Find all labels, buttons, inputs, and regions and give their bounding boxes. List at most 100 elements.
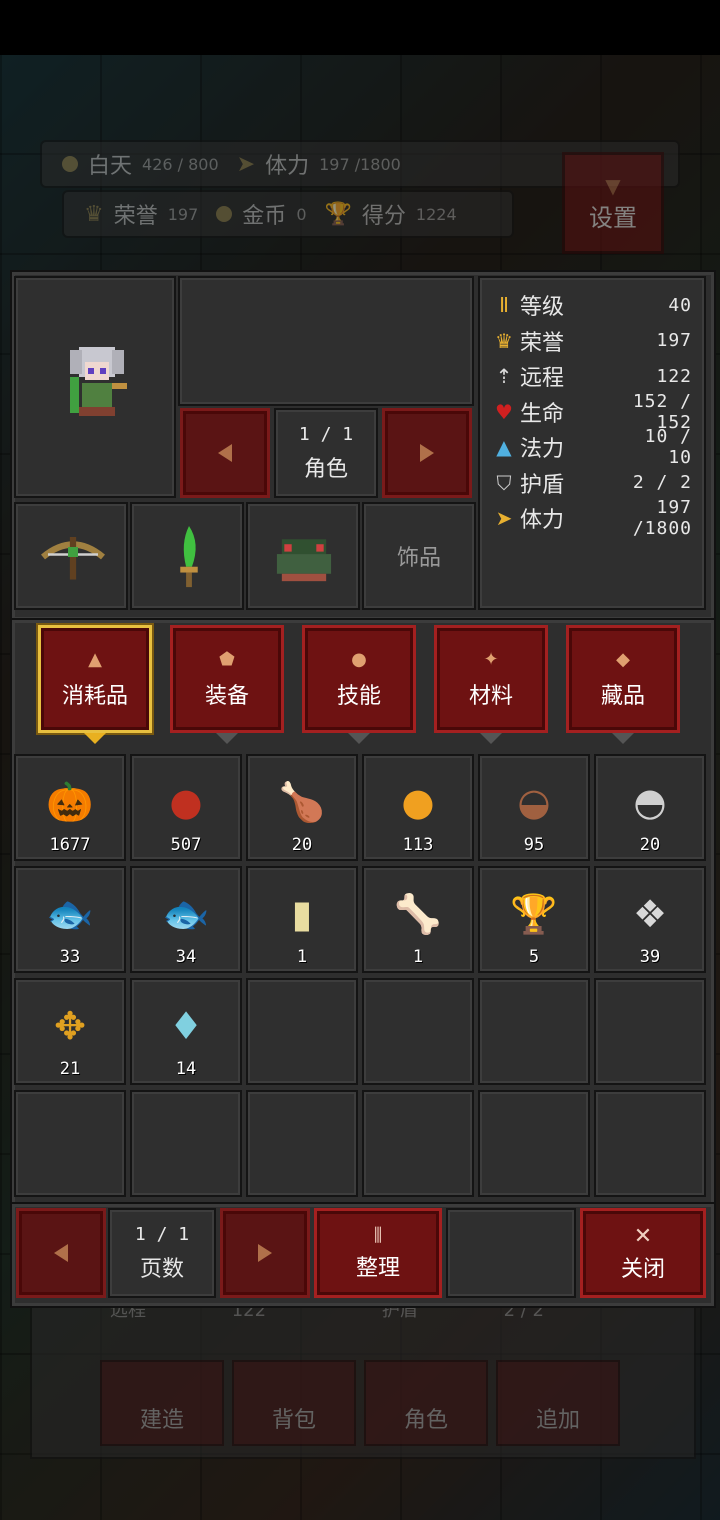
- status-bar: [0, 0, 720, 55]
- goblet-icon: 🏆: [510, 891, 558, 936]
- arrow-right-icon: [420, 444, 434, 462]
- character-portrait-slot[interactable]: [14, 276, 176, 498]
- stamina-icon: ➤: [236, 151, 256, 177]
- stat-label: 护盾: [520, 472, 565, 498]
- inventory-slot[interactable]: ♦ 14: [130, 978, 242, 1085]
- equip-slot-weapon[interactable]: [14, 502, 128, 610]
- inventory-slot[interactable]: 🐟 33: [14, 866, 126, 973]
- character-prev-button[interactable]: [180, 408, 270, 498]
- green-dagger-icon: [180, 526, 198, 588]
- item-count: 33: [59, 947, 81, 967]
- equip-slot-accessory[interactable]: 饰品: [362, 502, 476, 610]
- hud-honor-gold-score: ♛ 荣誉 197 金币 0 🏆 得分 1224: [62, 190, 514, 238]
- score-value: 1224: [415, 204, 457, 224]
- ranged-icon: ⇡: [495, 364, 513, 388]
- fried-egg-icon: ●: [401, 780, 435, 824]
- sort-label: 整理: [355, 1255, 400, 1281]
- inventory-slot[interactable]: ◒ 95: [478, 754, 590, 861]
- tab-label: 技能: [336, 683, 381, 709]
- build-button: 建造: [100, 1360, 224, 1446]
- equip-slot-armor[interactable]: [246, 502, 360, 610]
- inventory-slot[interactable]: 🎃 1677: [14, 754, 126, 861]
- inventory-slot[interactable]: 🐟 34: [130, 866, 242, 973]
- crystal-icon: ♦: [168, 1004, 204, 1048]
- stat-value: 2 / 2: [632, 472, 692, 493]
- crown-icon: ♛: [84, 201, 104, 227]
- character-next-button[interactable]: [382, 408, 472, 498]
- heart-icon: ♥: [495, 399, 513, 424]
- inventory-slot[interactable]: 🦴 1: [362, 866, 474, 973]
- stat-value: 40: [668, 294, 692, 316]
- close-label: 关闭: [620, 1256, 665, 1282]
- tab-2[interactable]: ● 技能: [302, 625, 416, 733]
- item-count: 34: [175, 947, 197, 967]
- character-button: 角色: [364, 1360, 488, 1446]
- gold-value: 0: [296, 204, 307, 224]
- inventory-slot[interactable]: [594, 978, 706, 1085]
- score-label: 得分: [361, 204, 406, 229]
- inventory-slot[interactable]: [14, 1090, 126, 1197]
- tab-label: 消耗品: [61, 683, 128, 709]
- page-prev-button[interactable]: [16, 1208, 106, 1298]
- inventory-slot[interactable]: [362, 978, 474, 1085]
- jar-icon: ▮: [291, 892, 313, 936]
- stat-row: ▲ 法力 10 / 10: [492, 426, 702, 468]
- tab-pointer-icon: [216, 733, 238, 744]
- mana-icon: ▲: [496, 435, 512, 459]
- tab-3[interactable]: ✦ 材料: [434, 625, 548, 733]
- tab-4[interactable]: ◆ 藏品: [566, 625, 680, 733]
- inventory-slot[interactable]: [362, 1090, 474, 1197]
- inventory-slot[interactable]: 🏆 5: [478, 866, 590, 973]
- inventory-slot[interactable]: [594, 1090, 706, 1197]
- stat-label: 体力: [520, 508, 565, 533]
- stat-row: ➤ 体力 197 /1800: [492, 497, 702, 539]
- stat-row: Ⅱ 等级 40: [492, 288, 702, 322]
- crossbow-icon: [41, 537, 105, 580]
- stamina-label: 体力: [265, 154, 310, 179]
- page-next-button[interactable]: [220, 1208, 310, 1298]
- tab-pointer-icon: [612, 733, 634, 744]
- inventory-slot[interactable]: [246, 1090, 358, 1197]
- item-count: 507: [170, 835, 202, 855]
- tab-0[interactable]: ▲ 消耗品: [38, 625, 152, 733]
- inventory-slot[interactable]: ● 507: [130, 754, 242, 861]
- accessory-label: 饰品: [396, 546, 441, 571]
- inventory-slot[interactable]: ● 113: [362, 754, 474, 861]
- fish-icon: 🐟: [46, 891, 94, 936]
- inventory-slot[interactable]: [478, 978, 590, 1085]
- stat-value: 197: [656, 330, 692, 351]
- inventory-slot[interactable]: ✥ 21: [14, 978, 126, 1085]
- inventory-slot[interactable]: ◓ 20: [594, 754, 706, 861]
- item-count: 39: [639, 947, 661, 967]
- stamina-icon: ➤: [495, 506, 513, 530]
- page-indicator: 1 / 1 页数: [108, 1208, 216, 1298]
- arrow-left-icon: [218, 444, 232, 462]
- settings-button[interactable]: ▼ 设置: [562, 152, 664, 254]
- stat-row: ♥ 生命 152 / 152: [492, 391, 702, 433]
- close-button[interactable]: ✕ 关闭: [580, 1208, 706, 1298]
- inventory-slot[interactable]: 🍗 20: [246, 754, 358, 861]
- inventory-slot[interactable]: [478, 1090, 590, 1197]
- armor-icon: [276, 539, 332, 582]
- sun-icon: [62, 156, 78, 172]
- shield-icon: ⛉: [496, 470, 512, 495]
- page-label: 页数: [139, 1256, 184, 1282]
- sort-button[interactable]: ⫼ 整理: [314, 1208, 442, 1298]
- inventory-slot[interactable]: ❖ 39: [594, 866, 706, 973]
- stat-value: 197 /1800: [632, 497, 692, 539]
- tab-label: 藏品: [600, 683, 645, 709]
- item-count: 113: [402, 835, 434, 855]
- sort-icon: ⫼: [373, 1224, 383, 1246]
- stat-label: 法力: [520, 437, 565, 462]
- tab-1[interactable]: ⬟ 装备: [170, 625, 284, 733]
- day-label: 白天: [88, 154, 133, 179]
- equip-slot-offhand[interactable]: [130, 502, 244, 610]
- tab-pointer-icon: [84, 733, 106, 744]
- inventory-slot[interactable]: [246, 978, 358, 1085]
- tab-icon: ◆: [616, 648, 630, 670]
- stat-label: 生命: [520, 401, 565, 427]
- inventory-slot[interactable]: ▮ 1: [246, 866, 358, 973]
- stat-row: ♛ 荣誉 197: [492, 324, 702, 358]
- inventory-slot[interactable]: [130, 1090, 242, 1197]
- item-count: 14: [175, 1059, 197, 1079]
